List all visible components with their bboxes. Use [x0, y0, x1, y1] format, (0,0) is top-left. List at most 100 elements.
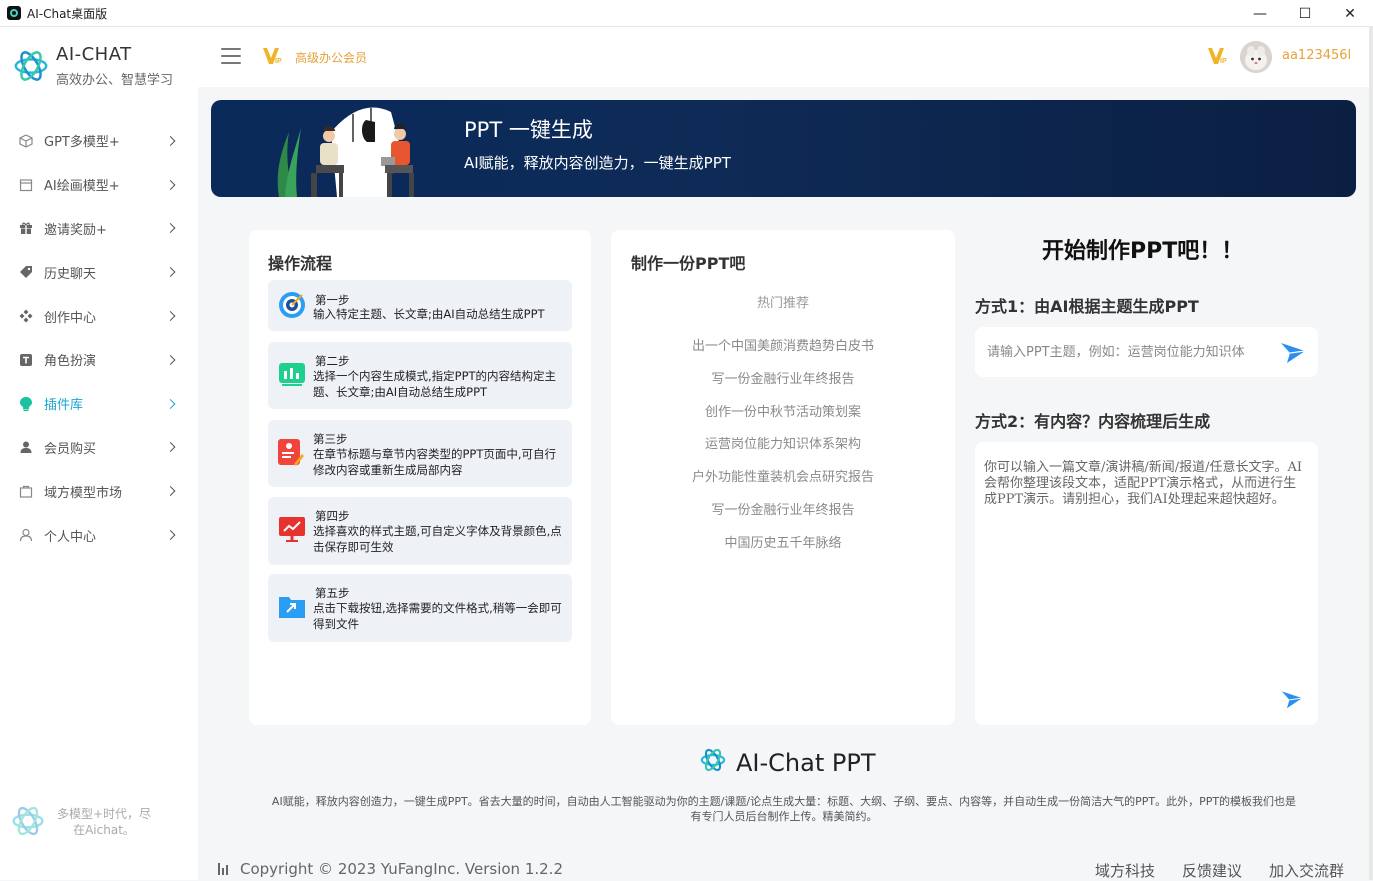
- recommend-item[interactable]: 户外功能性童装机会点研究报告: [611, 466, 955, 485]
- user-icon: [18, 439, 34, 455]
- link-company[interactable]: 域方科技: [1095, 860, 1155, 881]
- method2-title: 方式2：有内容？内容梳理后生成: [975, 412, 1211, 431]
- brand-name: AI-CHAT: [56, 44, 132, 65]
- bag-icon: [18, 483, 34, 499]
- sidebar-item-ai-painting[interactable]: AI绘画模型+: [0, 163, 198, 207]
- sidebar-item-label: GPT多模型+: [44, 135, 120, 151]
- chevron-right-icon: [165, 311, 176, 322]
- sidebar-item-personal-center[interactable]: 个人中心: [0, 513, 198, 557]
- sidebar-item-plugin-library[interactable]: 插件库: [0, 382, 198, 426]
- person-outline-icon: [18, 527, 34, 543]
- step-description: 选择喜欢的样式主题,可自定义字体及背景颜色,点击保存即可生效: [313, 524, 562, 554]
- sidebar-item-creation-center[interactable]: 创作中心: [0, 294, 198, 338]
- bar-chart-icon: [218, 863, 230, 875]
- top-bar: IP 高级办公会员 IP aa123456l: [198, 27, 1373, 87]
- sidebar-item-label: 会员购买: [44, 441, 97, 457]
- footer-brand: AI-Chat PPT: [736, 749, 876, 777]
- step-description: 选择一个内容生成模式,指定PPT的内容结构定主题、长文章;由AI自动总结生成PP…: [313, 369, 557, 399]
- chevron-right-icon: [165, 354, 176, 365]
- recommend-item[interactable]: 写一份金融行业年终报告: [611, 368, 955, 387]
- recommend-item[interactable]: 创作一份中秋节活动策划案: [611, 401, 955, 420]
- step-description: 点击下载按钮,选择需要的文件格式,稍等一会即可得到文件: [313, 601, 562, 631]
- chevron-right-icon: [165, 486, 176, 497]
- minimize-button[interactable]: —: [1237, 0, 1283, 27]
- sidebar-item-membership[interactable]: 会员购买: [0, 426, 198, 470]
- sidebar-footer-text: 多模型+时代，尽在Aichat。: [56, 807, 152, 837]
- scrollbar[interactable]: [1369, 27, 1373, 880]
- window-title: AI-Chat桌面版: [27, 6, 108, 21]
- chevron-right-icon: [165, 135, 176, 146]
- link-join-group[interactable]: 加入交流群: [1269, 860, 1344, 881]
- svg-text:IP: IP: [275, 58, 282, 65]
- sidebar-menu: GPT多模型+ AI绘画模型+ 邀请奖励+ 历史聊天 创作中心 角色扮演 插件库…: [0, 119, 198, 557]
- vip-icon: IP: [1208, 48, 1227, 65]
- ai-chat-logo-icon: [14, 51, 48, 81]
- start-title: 开始制作PPT吧！！: [1042, 239, 1244, 264]
- maximize-icon: ☐: [1298, 5, 1312, 22]
- step-card: 第五步 点击下载按钮,选择需要的文件格式,稍等一会即可得到文件: [268, 574, 572, 642]
- maximize-button[interactable]: ☐: [1282, 0, 1328, 27]
- copyright-text: Copyright © 2023 YuFangInc. Version 1.2.…: [240, 860, 563, 878]
- vip-icon: IP: [263, 48, 282, 65]
- recommend-title: 制作一份PPT吧: [631, 254, 746, 273]
- ai-chat-logo-icon: [12, 806, 44, 836]
- svg-text:IP: IP: [1220, 58, 1227, 65]
- avatar[interactable]: [1240, 41, 1272, 73]
- calendar-icon: [18, 177, 34, 193]
- sidebar-item-label: 邀请奖励+: [44, 222, 107, 238]
- gift-icon: [18, 220, 34, 236]
- sidebar-item-model-market[interactable]: 域方模型市场: [0, 469, 198, 513]
- send-icon[interactable]: [1281, 688, 1303, 710]
- step-description: 在章节标题与章节内容类型的PPT页面中,可自行修改内容或重新生成局部内容: [313, 447, 557, 477]
- ai-chat-logo-icon: [700, 748, 726, 772]
- tag-icon: [18, 264, 34, 280]
- cube-icon: [18, 133, 34, 149]
- member-level-label: 高级办公会员: [295, 51, 368, 65]
- copyright: Copyright © 2023 YuFangInc. Version 1.2.…: [218, 860, 563, 878]
- hero-banner: PPT 一键生成 AI赋能，释放内容创造力，一键生成PPT: [211, 100, 1356, 197]
- recommend-item[interactable]: 写一份金融行业年终报告: [611, 499, 955, 518]
- menu-toggle-icon[interactable]: [221, 48, 241, 64]
- recommend-item[interactable]: 中国历史五千年脉络: [611, 532, 955, 551]
- brand-slogan: 高效办公、智慧学习: [56, 73, 174, 88]
- topic-input[interactable]: [987, 341, 1272, 363]
- close-button[interactable]: ✕: [1327, 0, 1373, 27]
- recommend-item[interactable]: 出一个中国美颜消费趋势白皮书: [611, 335, 955, 354]
- document-edit-icon: [278, 439, 304, 466]
- process-card: 操作流程 第一步 输入特定主题、长文章;由AI自动总结生成PPT 第二步 选择一…: [249, 230, 591, 725]
- send-icon[interactable]: [1280, 339, 1306, 365]
- sidebar-item-label: 个人中心: [44, 529, 97, 545]
- link-feedback[interactable]: 反馈建议: [1182, 860, 1242, 881]
- chevron-right-icon: [165, 442, 176, 453]
- topic-input-box: [975, 327, 1318, 377]
- people-meeting-illustration: [277, 107, 414, 197]
- sidebar-item-role-play[interactable]: 角色扮演: [0, 338, 198, 382]
- sidebar-item-history-chat[interactable]: 历史聊天: [0, 250, 198, 294]
- username[interactable]: aa123456l: [1282, 48, 1351, 63]
- diamond-grid-icon: [18, 308, 34, 324]
- target-icon: [279, 292, 305, 318]
- process-title: 操作流程: [268, 254, 333, 273]
- sidebar-item-label: 历史聊天: [44, 266, 97, 282]
- banner-title: PPT 一键生成: [464, 118, 593, 142]
- sidebar-footer: 多模型+时代，尽在Aichat。: [10, 801, 190, 841]
- banner-subtitle: AI赋能，释放内容创造力，一键生成PPT: [464, 154, 731, 172]
- sidebar-item-invite-reward[interactable]: 邀请奖励+: [0, 207, 198, 251]
- bulb-icon: [18, 396, 34, 412]
- recommend-card: 制作一份PPT吧 热门推荐 出一个中国美颜消费趋势白皮书 写一份金融行业年终报告…: [611, 230, 955, 725]
- chevron-right-icon: [165, 179, 176, 190]
- sidebar: AI-CHAT 高效办公、智慧学习 GPT多模型+ AI绘画模型+ 邀请奖励+ …: [0, 27, 198, 880]
- step-card: 第四步 选择喜欢的样式主题,可自定义字体及背景颜色,点击保存即可生效: [268, 497, 572, 565]
- minimize-icon: —: [1253, 5, 1267, 22]
- chevron-right-icon: [165, 530, 176, 541]
- step-card: 第一步 输入特定主题、长文章;由AI自动总结生成PPT: [268, 280, 572, 331]
- app-logo-icon: [7, 6, 21, 20]
- sidebar-item-label: 域方模型市场: [44, 485, 123, 501]
- content-textarea[interactable]: [984, 460, 1306, 690]
- recommend-item[interactable]: 运营岗位能力知识体系架构: [611, 433, 955, 452]
- sidebar-item-label: 角色扮演: [44, 354, 97, 370]
- presentation-chart-icon: [279, 517, 305, 542]
- step-heading: 第五步: [315, 586, 350, 600]
- sidebar-item-label: AI绘画模型+: [44, 179, 120, 195]
- sidebar-item-gpt-models[interactable]: GPT多模型+: [0, 119, 198, 163]
